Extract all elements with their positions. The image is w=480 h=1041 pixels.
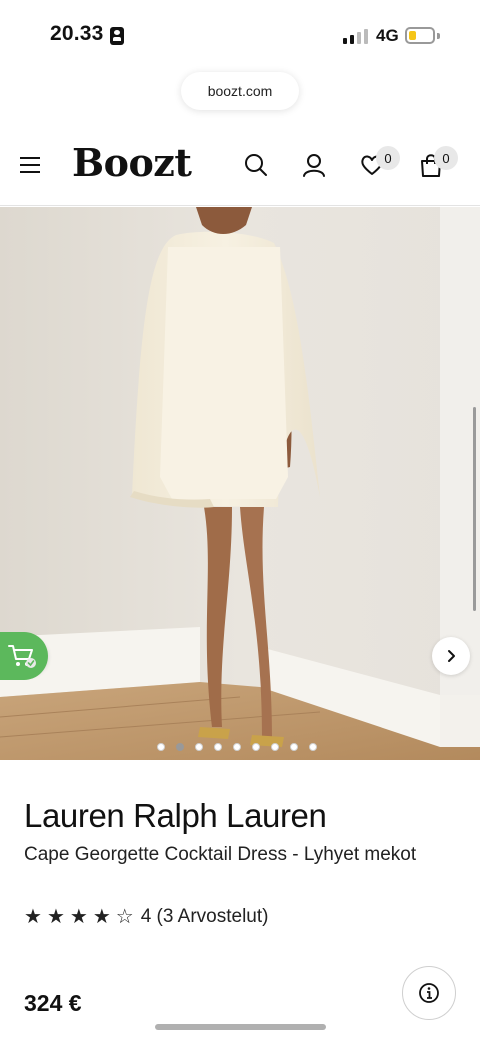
cart-check-icon [8,645,36,668]
chevron-right-icon [448,650,455,662]
site-header: Boozt 0 0 [0,126,480,206]
carousel-dot[interactable] [233,743,241,751]
rating-stars: ★ ★ ★ ★ ☆ [24,907,134,927]
product-rating[interactable]: ★ ★ ★ ★ ☆ 4 (3 Arvostelut) [24,906,268,928]
carousel-dots [157,743,317,751]
product-photo [0,207,480,760]
info-button[interactable] [402,966,456,1020]
url-text: boozt.com [207,83,273,99]
product-image[interactable] [0,207,480,760]
cart-count-badge: 0 [434,146,458,170]
status-time: 20.33 [50,22,104,45]
info-icon [419,983,439,1003]
network-type: 4G [376,26,399,45]
menu-icon[interactable] [20,157,40,173]
product-price: 324 € [24,990,82,1016]
carousel-dot[interactable] [252,743,260,751]
signal-icon [343,28,369,44]
star-filled-icon: ★ [69,906,88,928]
home-indicator[interactable] [155,1024,326,1030]
site-logo[interactable]: Boozt [72,140,192,185]
wishlist-count-badge: 0 [376,146,400,170]
search-icon[interactable] [243,152,269,178]
carousel-dot[interactable] [176,743,184,751]
star-filled-icon: ★ [92,906,111,928]
rating-text: 4 (3 Arvostelut) [140,906,269,927]
star-empty-icon: ☆ [115,906,134,928]
account-icon[interactable] [301,152,327,178]
image-scrollbar[interactable] [473,407,476,611]
brand-name[interactable]: Lauren Ralph Lauren [24,797,327,835]
cart-floating-button[interactable] [0,632,48,680]
focus-mode-icon [110,27,124,45]
carousel-dot[interactable] [309,743,317,751]
carousel-dot[interactable] [195,743,203,751]
next-image-button[interactable] [432,637,470,675]
carousel-dot[interactable] [290,743,298,751]
star-filled-icon: ★ [24,906,42,928]
carousel-dot[interactable] [157,743,165,751]
battery-level [409,31,416,40]
url-bar[interactable]: boozt.com [181,72,299,110]
status-bar: 20.33 4G [0,0,480,64]
star-filled-icon: ★ [46,906,65,928]
battery-icon [405,27,435,44]
carousel-dot[interactable] [271,743,279,751]
product-name: Cape Georgette Cocktail Dress - Lyhyet m… [24,844,417,865]
carousel-dot[interactable] [214,743,222,751]
battery-tip [437,33,440,39]
